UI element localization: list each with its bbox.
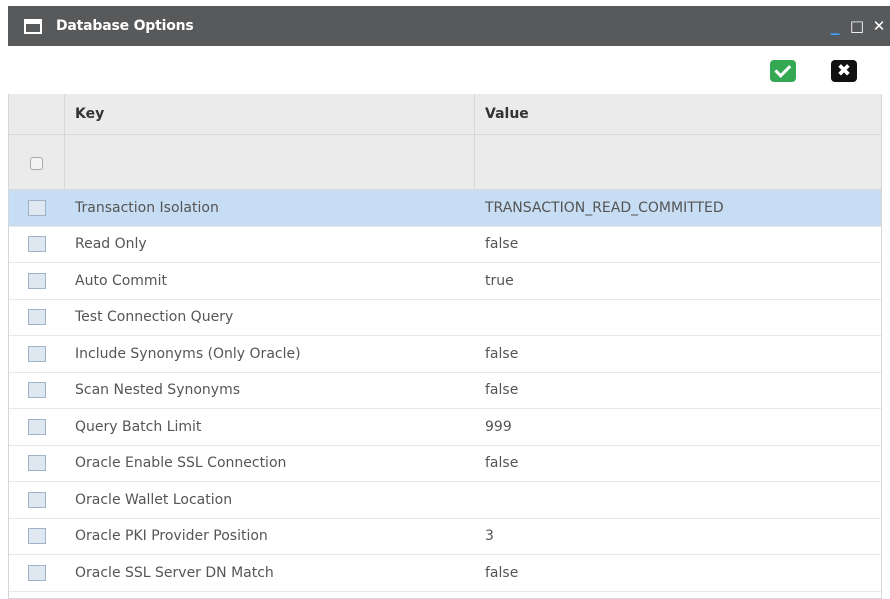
row-check-cell [9,491,65,508]
select-all-cell [9,135,65,189]
row-key[interactable]: Oracle SSL Server DN Match [65,565,475,581]
row-value[interactable]: 3 [475,528,881,544]
row-key[interactable]: Include Synonyms (Only Oracle) [65,346,475,362]
row-value[interactable]: false [475,236,881,252]
value-header-label: Value [485,106,529,122]
key-column-header[interactable]: Key [65,94,475,134]
select-all-checkbox[interactable] [30,157,43,170]
minimize-button[interactable]: _ [824,6,846,46]
row-check-cell [9,309,65,326]
table-row[interactable]: Test Connection Query [9,300,881,336]
row-value[interactable]: false [475,382,881,398]
dialog-title: Database Options [56,18,194,34]
confirm-button[interactable] [770,60,796,82]
filter-row [9,135,881,190]
table-row[interactable]: Oracle Wallet Location [9,482,881,519]
row-key[interactable]: Test Connection Query [65,309,475,325]
row-checkbox[interactable] [28,418,46,435]
row-value[interactable]: TRANSACTION_READ_COMMITTED [475,200,881,216]
maximize-button[interactable]: □ [846,6,868,46]
value-filter-cell[interactable] [475,135,881,189]
table-row[interactable]: Query Batch Limit 999 [9,409,881,446]
table-row[interactable]: Auto Commit true [9,263,881,300]
row-checkbox[interactable] [28,199,46,216]
row-value[interactable]: false [475,565,881,581]
key-filter-cell[interactable] [65,135,475,189]
grid-body: Transaction Isolation TRANSACTION_READ_CO… [9,190,881,592]
row-checkbox[interactable] [28,272,46,289]
row-key[interactable]: Query Batch Limit [65,419,475,435]
row-check-cell [9,455,65,472]
header-check-column [9,94,65,134]
title-bar: Database Options _ □ ✕ [8,6,890,46]
row-check-cell [9,564,65,581]
row-check-cell [9,199,65,216]
table-row[interactable]: Transaction Isolation TRANSACTION_READ_CO… [9,190,881,227]
value-column-header[interactable]: Value [475,94,881,134]
row-key[interactable]: Scan Nested Synonyms [65,382,475,398]
row-check-cell [9,528,65,545]
row-value[interactable]: false [475,455,881,471]
table-row[interactable]: Oracle PKI Provider Position 3 [9,519,881,555]
row-checkbox[interactable] [28,345,46,362]
database-options-dialog: Database Options _ □ ✕ ✖ Key Value Trans… [8,6,890,599]
row-value[interactable]: true [475,273,881,289]
row-key[interactable]: Transaction Isolation [65,200,475,216]
row-checkbox[interactable] [28,491,46,508]
table-row[interactable]: Oracle SSL Server DN Match false [9,555,881,592]
row-key[interactable]: Oracle Enable SSL Connection [65,455,475,471]
table-row[interactable]: Scan Nested Synonyms false [9,373,881,409]
row-check-cell [9,236,65,253]
row-checkbox[interactable] [28,309,46,326]
row-key[interactable]: Read Only [65,236,475,252]
table-row[interactable]: Include Synonyms (Only Oracle) false [9,336,881,373]
toolbar: ✖ [8,46,890,94]
row-checkbox[interactable] [28,564,46,581]
row-checkbox[interactable] [28,236,46,253]
row-check-cell [9,272,65,289]
row-checkbox[interactable] [28,455,46,472]
close-window-button[interactable]: ✕ [868,6,890,46]
row-key[interactable]: Auto Commit [65,273,475,289]
row-value[interactable]: 999 [475,419,881,435]
row-key[interactable]: Oracle Wallet Location [65,492,475,508]
row-check-cell [9,418,65,435]
close-icon: ✖ [836,61,852,81]
key-header-label: Key [75,106,105,122]
window-icon [24,18,42,34]
row-value[interactable]: false [475,346,881,362]
row-checkbox[interactable] [28,382,46,399]
row-check-cell [9,382,65,399]
window-controls: _ □ ✕ [824,6,890,46]
table-row[interactable]: Read Only false [9,227,881,263]
options-grid: Key Value Transaction Isolation TRANSACTI… [8,94,882,599]
row-key[interactable]: Oracle PKI Provider Position [65,528,475,544]
row-check-cell [9,345,65,362]
cancel-button[interactable]: ✖ [831,60,857,82]
grid-header: Key Value [9,94,881,135]
table-row[interactable]: Oracle Enable SSL Connection false [9,446,881,482]
row-checkbox[interactable] [28,528,46,545]
